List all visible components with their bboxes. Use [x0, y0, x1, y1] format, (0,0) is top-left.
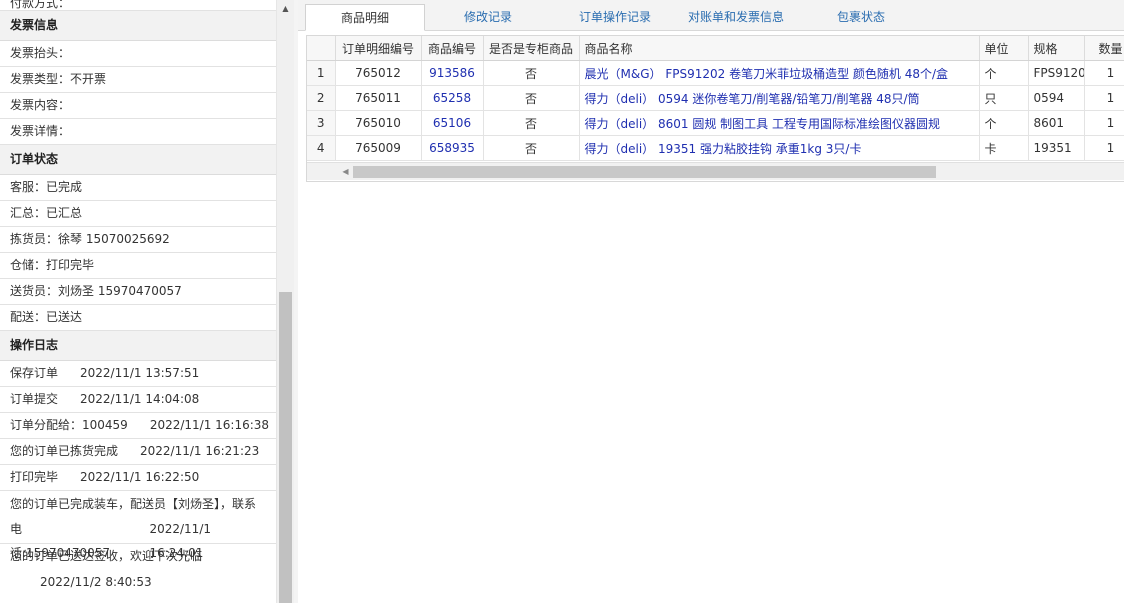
tab-order-operations[interactable]: 订单操作记录 — [560, 4, 670, 30]
log-action: 订单分配给：100459 — [10, 418, 128, 432]
invoice-detail-row: 发票详情： — [0, 119, 276, 145]
log-action: 您的订单已完成装车，配送员【刘炀圣】，联系 — [10, 497, 257, 511]
log-time: 2022/11/1 16:21:23 — [140, 444, 260, 458]
header-qty[interactable]: 数量 — [1084, 36, 1124, 61]
cell-detail-id: 765012 — [335, 60, 422, 86]
cell-unit: 个 — [979, 110, 1029, 136]
cell-counter: 否 — [483, 135, 580, 161]
status-summary: 汇总：已汇总 — [0, 201, 276, 227]
cell-detail-id: 765009 — [335, 135, 422, 161]
grid-horizontal-scrollbar[interactable]: ◀ — [307, 162, 1124, 180]
log-entry: 订单提交 2022/11/1 14:04:08 — [0, 387, 276, 413]
row-number: 1 — [307, 60, 336, 86]
cell-product-name-link[interactable]: 得力（deli） 19351 强力粘胶挂钩 承重1kg 3只/卡 — [579, 135, 980, 161]
scrollbar-thumb[interactable] — [279, 292, 292, 603]
cell-product-name-link[interactable]: 晨光（M&G） FPS91202 卷笔刀米菲垃圾桶造型 颜色随机 48个/盒 — [579, 60, 980, 86]
cell-product-id-link[interactable]: 65258 — [421, 85, 484, 111]
tab-statement-invoice[interactable]: 对账单和发票信息 — [682, 4, 790, 30]
order-status-section-title: 订单状态 — [0, 145, 276, 175]
row-number: 2 — [307, 85, 336, 111]
cell-unit: 只 — [979, 85, 1029, 111]
header-product-id[interactable]: 商品编号 — [421, 36, 484, 61]
detail-panel: 商品明细 修改记录 订单操作记录 对账单和发票信息 包裹状态 订单明细编号 商品… — [298, 0, 1124, 603]
log-entry: 保存订单 2022/11/1 13:57:51 — [0, 361, 276, 387]
cell-spec: 0594 — [1028, 85, 1085, 111]
header-detail-id[interactable]: 订单明细编号 — [335, 36, 422, 61]
log-time: 2022/11/1 16:24:01 — [149, 522, 211, 560]
log-action-phone: 电话:15970470057 — [10, 522, 111, 560]
scroll-left-arrow-icon[interactable]: ◀ — [337, 163, 354, 180]
tab-product-detail[interactable]: 商品明细 — [305, 4, 425, 31]
cell-unit: 个 — [979, 60, 1029, 86]
status-picker: 拣货员：徐琴 15070025692 — [0, 227, 276, 253]
scroll-up-arrow-icon[interactable]: ▲ — [277, 0, 294, 17]
status-courier: 送货员：刘炀圣 15970470057 — [0, 279, 276, 305]
log-entry: 订单分配给：100459 2022/11/1 16:16:38 — [0, 413, 276, 439]
cell-spec: FPS91202 — [1028, 60, 1085, 86]
row-number: 4 — [307, 135, 336, 161]
cell-spec: 8601 — [1028, 110, 1085, 136]
log-action-cont: 电话:15970470057 2022/11/1 16:24:01 — [10, 517, 266, 560]
log-action: 保存订单 — [10, 366, 59, 380]
tab-modify-history[interactable]: 修改记录 — [440, 4, 536, 30]
order-info-panel: 付款方式： 发票信息 发票抬头： 发票类型：不开票 发票内容： 发票详情： 订单… — [0, 0, 276, 603]
status-warehouse: 仓储：打印完毕 — [0, 253, 276, 279]
status-customer-service: 客服：已完成 — [0, 175, 276, 201]
table-header-row: 订单明细编号 商品编号 是否是专柜商品 商品名称 单位 规格 数量 — [307, 36, 1124, 61]
invoice-content-row: 发票内容： — [0, 93, 276, 119]
cell-detail-id: 765011 — [335, 85, 422, 111]
invoice-header-row: 发票抬头： — [0, 41, 276, 67]
cell-counter: 否 — [483, 110, 580, 136]
table-row[interactable]: 2 765011 65258 否 得力（deli） 0594 迷你卷笔刀/削笔器… — [307, 85, 1124, 111]
row-number: 3 — [307, 110, 336, 136]
log-action: 打印完毕 — [10, 470, 59, 484]
table-row[interactable]: 4 765009 658935 否 得力（deli） 19351 强力粘胶挂钩 … — [307, 135, 1124, 161]
header-unit[interactable]: 单位 — [979, 36, 1029, 61]
log-entry: 您的订单已拣货完成 2022/11/1 16:21:23 — [0, 439, 276, 465]
op-log-section-title: 操作日志 — [0, 331, 276, 361]
cell-detail-id: 765010 — [335, 110, 422, 136]
cell-counter: 否 — [483, 60, 580, 86]
header-spec[interactable]: 规格 — [1028, 36, 1085, 61]
scrollbar-thumb[interactable] — [353, 166, 936, 178]
invoice-section-title: 发票信息 — [0, 11, 276, 41]
payment-method-partial: 付款方式： — [0, 0, 276, 11]
cell-product-id-link[interactable]: 65106 — [421, 110, 484, 136]
cell-product-id-link[interactable]: 913586 — [421, 60, 484, 86]
log-entry-delivered: 您的订单已送达签收，欢迎下次光临 2022/11/2 8:40:53 — [0, 544, 276, 596]
cell-spec: 19351 — [1028, 135, 1085, 161]
left-vertical-scrollbar[interactable]: ▲ — [276, 0, 294, 603]
table-row[interactable]: 1 765012 913586 否 晨光（M&G） FPS91202 卷笔刀米菲… — [307, 60, 1124, 86]
log-action: 您的订单已拣货完成 — [10, 444, 119, 458]
table-row[interactable]: 3 765010 65106 否 得力（deli） 8601 圆规 制图工具 工… — [307, 110, 1124, 136]
cell-qty: 1 — [1084, 135, 1124, 161]
cell-product-name-link[interactable]: 得力（deli） 0594 迷你卷笔刀/削笔器/铅笔刀/削笔器 48只/筒 — [579, 85, 980, 111]
cell-product-id-link[interactable]: 658935 — [421, 135, 484, 161]
tab-bar: 商品明细 修改记录 订单操作记录 对账单和发票信息 包裹状态 — [298, 0, 1124, 31]
header-product-name[interactable]: 商品名称 — [579, 36, 980, 61]
log-action: 订单提交 — [10, 392, 59, 406]
cell-product-name-link[interactable]: 得力（deli） 8601 圆规 制图工具 工程专用国际标准绘图仪器圆规 — [579, 110, 980, 136]
product-detail-grid: 订单明细编号 商品编号 是否是专柜商品 商品名称 单位 规格 数量 1 7650… — [306, 35, 1124, 182]
cell-counter: 否 — [483, 85, 580, 111]
cell-qty: 1 — [1084, 110, 1124, 136]
invoice-type-row: 发票类型：不开票 — [0, 67, 276, 93]
header-counter[interactable]: 是否是专柜商品 — [483, 36, 580, 61]
log-action: 您的订单已送达签收，欢迎下次光临 — [10, 549, 203, 563]
cell-qty: 1 — [1084, 60, 1124, 86]
header-rownum — [307, 36, 336, 61]
log-time: 2022/11/2 8:40:53 — [40, 575, 152, 589]
log-time: 2022/11/1 14:04:08 — [80, 392, 200, 406]
product-table: 订单明细编号 商品编号 是否是专柜商品 商品名称 单位 规格 数量 1 7650… — [307, 36, 1124, 161]
cell-unit: 卡 — [979, 135, 1029, 161]
cell-qty: 1 — [1084, 85, 1124, 111]
tab-package-status[interactable]: 包裹状态 — [820, 4, 902, 30]
log-time: 2022/11/1 16:16:38 — [149, 418, 270, 432]
log-time: 2022/11/1 13:57:51 — [80, 366, 200, 380]
log-time: 2022/11/1 16:22:50 — [80, 470, 200, 484]
log-entry-loading: 您的订单已完成装车，配送员【刘炀圣】，联系 电话:15970470057 202… — [0, 491, 276, 560]
log-entry: 打印完毕 2022/11/1 16:22:50 — [0, 465, 276, 491]
status-delivery: 配送：已送达 — [0, 305, 276, 331]
